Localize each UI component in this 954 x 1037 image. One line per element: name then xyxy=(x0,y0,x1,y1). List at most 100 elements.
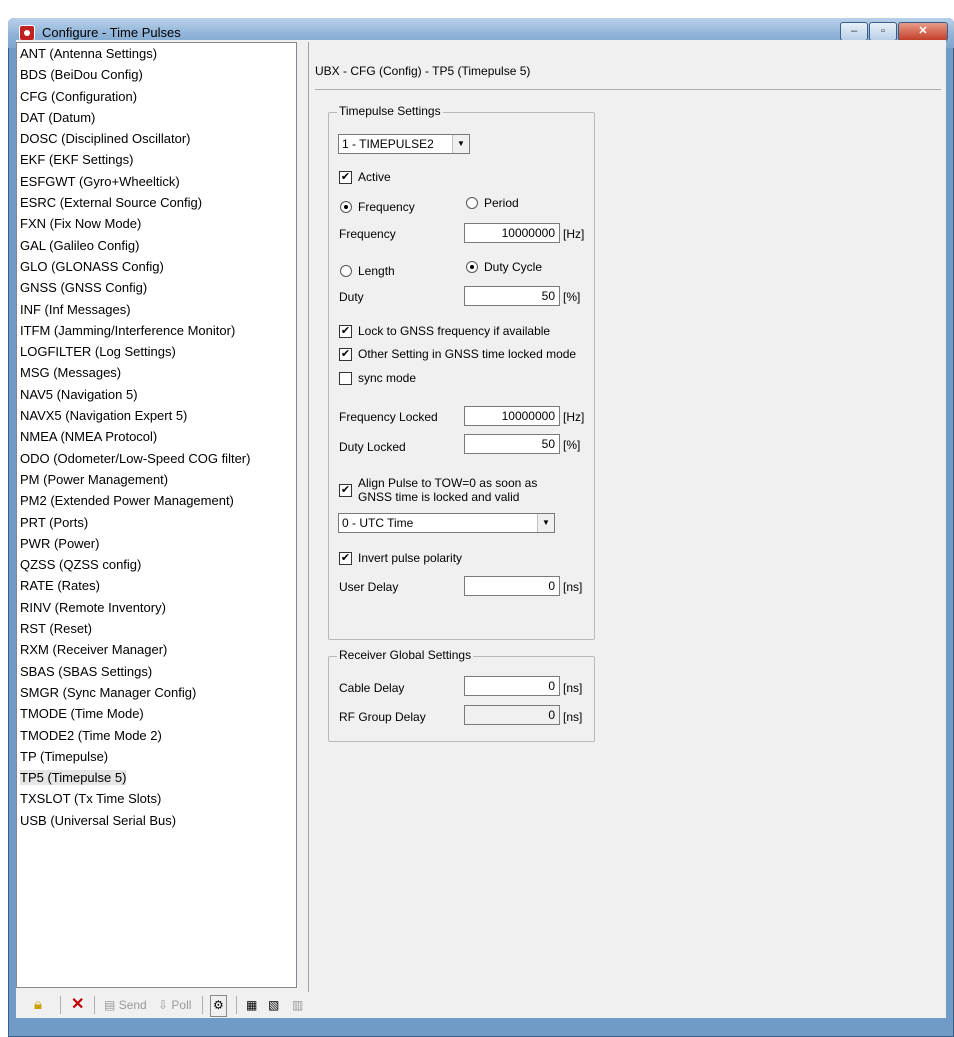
frequency-unit: [Hz] xyxy=(563,227,585,241)
nav-item[interactable]: INF (Inf Messages) xyxy=(17,299,296,320)
timepulse-settings-label: Timepulse Settings xyxy=(337,104,443,118)
revert-config-icon[interactable]: ▥ xyxy=(292,995,303,1015)
chevron-down-icon: ▼ xyxy=(452,135,469,153)
nav-item[interactable]: USB (Universal Serial Bus) xyxy=(17,810,296,831)
nav-item[interactable]: MSG (Messages) xyxy=(17,362,296,383)
sync-mode-checkbox[interactable] xyxy=(339,372,352,385)
nav-item[interactable]: PWR (Power) xyxy=(17,533,296,554)
nav-item-label: LOGFILTER (Log Settings) xyxy=(20,344,176,360)
receiver-global-settings-group: Receiver Global Settings xyxy=(328,648,595,742)
nav-item[interactable]: NMEA (NMEA Protocol) xyxy=(17,426,296,447)
lock-gnss-checkbox[interactable]: ✔ xyxy=(339,325,352,338)
load-config-icon[interactable]: ▦ xyxy=(246,995,257,1015)
settings-tool-icon[interactable]: ⚙ xyxy=(210,995,227,1017)
nav-item-label: EKF (EKF Settings) xyxy=(20,152,134,168)
nav-item[interactable]: PM2 (Extended Power Management) xyxy=(17,490,296,511)
cable-delay-unit: [ns] xyxy=(563,681,583,695)
nav-item-label: SBAS (SBAS Settings) xyxy=(20,663,153,679)
poll-button[interactable]: ⇩ Poll xyxy=(158,995,191,1015)
nav-item-label: PRT (Ports) xyxy=(20,514,89,530)
nav-item-label: GNSS (GNSS Config) xyxy=(20,280,148,296)
duty-input[interactable]: 50 xyxy=(464,286,560,306)
page-title: UBX - CFG (Config) - TP5 (Timepulse 5) xyxy=(315,64,531,78)
nav-item-label: GAL (Galileo Config) xyxy=(20,237,140,253)
nav-item[interactable]: NAVX5 (Navigation Expert 5) xyxy=(17,405,296,426)
nav-item[interactable]: DOSC (Disciplined Oscillator) xyxy=(17,128,296,149)
lock-icon[interactable]: 🔒︎ xyxy=(34,995,42,1015)
other-setting-checkbox[interactable]: ✔ xyxy=(339,348,352,361)
nav-item-label: FXN (Fix Now Mode) xyxy=(20,216,142,232)
length-radio[interactable] xyxy=(340,265,352,277)
nav-item-label: RATE (Rates) xyxy=(20,578,100,594)
nav-item[interactable]: TMODE2 (Time Mode 2) xyxy=(17,725,296,746)
nav-item[interactable]: TXSLOT (Tx Time Slots) xyxy=(17,788,296,809)
time-source-value: 0 - UTC Time xyxy=(342,516,414,530)
nav-item[interactable]: RXM (Receiver Manager) xyxy=(17,639,296,660)
nav-item[interactable]: QZSS (QZSS config) xyxy=(17,554,296,575)
align-pulse-label: Align Pulse to TOW=0 as soon as GNSS tim… xyxy=(358,476,537,504)
chevron-down-icon: ▼ xyxy=(537,514,554,532)
nav-item[interactable]: TP (Timepulse) xyxy=(17,746,296,767)
time-source-select[interactable]: 0 - UTC Time ▼ xyxy=(338,513,555,533)
nav-item[interactable]: SBAS (SBAS Settings) xyxy=(17,661,296,682)
nav-item[interactable]: GNSS (GNSS Config) xyxy=(17,277,296,298)
minimize-button[interactable]: – xyxy=(840,22,868,41)
duty-unit: [%] xyxy=(563,290,581,304)
nav-item[interactable]: CFG (Configuration) xyxy=(17,86,296,107)
nav-item[interactable]: PRT (Ports) xyxy=(17,512,296,533)
sync-mode-label: sync mode xyxy=(358,371,417,385)
nav-item[interactable]: LOGFILTER (Log Settings) xyxy=(17,341,296,362)
duty-locked-input[interactable]: 50 xyxy=(464,434,560,454)
frequency-radio[interactable] xyxy=(340,201,352,213)
frequency-locked-input[interactable]: 10000000 xyxy=(464,406,560,426)
lock-gnss-label: Lock to GNSS frequency if available xyxy=(358,324,551,338)
nav-item[interactable]: DAT (Datum) xyxy=(17,107,296,128)
duty-cycle-radio[interactable] xyxy=(466,261,478,273)
align-pulse-checkbox[interactable]: ✔ xyxy=(339,484,352,497)
toolbar-separator xyxy=(60,996,61,1014)
nav-item[interactable]: BDS (BeiDou Config) xyxy=(17,64,296,85)
active-checkbox[interactable]: ✔ xyxy=(339,171,352,184)
nav-item[interactable]: GAL (Galileo Config) xyxy=(17,235,296,256)
nav-item[interactable]: ESFGWT (Gyro+Wheeltick) xyxy=(17,171,296,192)
invert-polarity-label: Invert pulse polarity xyxy=(358,551,463,565)
maximize-button[interactable]: ▫ xyxy=(869,22,897,41)
nav-item[interactable]: ODO (Odometer/Low-Speed COG filter) xyxy=(17,448,296,469)
save-config-icon[interactable]: ▧ xyxy=(268,995,279,1015)
timepulse-select[interactable]: 1 - TIMEPULSE2 ▼ xyxy=(338,134,470,154)
nav-item[interactable]: ESRC (External Source Config) xyxy=(17,192,296,213)
frequency-radio-label: Frequency xyxy=(358,200,415,214)
nav-item-label: TP (Timepulse) xyxy=(20,748,109,764)
toolbar-separator xyxy=(236,996,237,1014)
frequency-input[interactable]: 10000000 xyxy=(464,223,560,243)
invert-polarity-checkbox[interactable]: ✔ xyxy=(339,552,352,565)
user-delay-input[interactable]: 0 xyxy=(464,576,560,596)
nav-item[interactable]: RST (Reset) xyxy=(17,618,296,639)
nav-item[interactable]: RATE (Rates) xyxy=(17,575,296,596)
header-divider xyxy=(315,89,941,90)
close-button[interactable]: ✕ xyxy=(898,22,948,41)
nav-item[interactable]: SMGR (Sync Manager Config) xyxy=(17,682,296,703)
pane-divider xyxy=(308,42,309,992)
period-radio[interactable] xyxy=(466,197,478,209)
nav-item-label: ODO (Odometer/Low-Speed COG filter) xyxy=(20,450,251,466)
duty-locked-unit: [%] xyxy=(563,438,581,452)
nav-item[interactable]: ANT (Antenna Settings) xyxy=(17,43,296,64)
align-pulse-label-line-2: GNSS time is locked and valid xyxy=(358,490,520,504)
nav-item[interactable]: FXN (Fix Now Mode) xyxy=(17,213,296,234)
send-button[interactable]: ▤ Send xyxy=(104,995,147,1015)
nav-item[interactable]: ITFM (Jamming/Interference Monitor) xyxy=(17,320,296,341)
nav-item[interactable]: EKF (EKF Settings) xyxy=(17,149,296,170)
nav-item-label: ESFGWT (Gyro+Wheeltick) xyxy=(20,173,180,189)
cable-delay-input[interactable]: 0 xyxy=(464,676,560,696)
config-nav-list[interactable]: ANT (Antenna Settings) BDS (BeiDou Config… xyxy=(16,42,297,988)
nav-item[interactable]: NAV5 (Navigation 5) xyxy=(17,384,296,405)
cancel-icon[interactable]: ✕ xyxy=(71,995,84,1015)
nav-item[interactable]: TMODE (Time Mode) xyxy=(17,703,296,724)
nav-item[interactable]: PM (Power Management) xyxy=(17,469,296,490)
nav-item-label: QZSS (QZSS config) xyxy=(20,557,142,573)
nav-item[interactable]: TP5 (Timepulse 5) xyxy=(17,767,296,788)
rf-group-delay-label: RF Group Delay xyxy=(339,710,426,724)
nav-item[interactable]: RINV (Remote Inventory) xyxy=(17,597,296,618)
nav-item[interactable]: GLO (GLONASS Config) xyxy=(17,256,296,277)
